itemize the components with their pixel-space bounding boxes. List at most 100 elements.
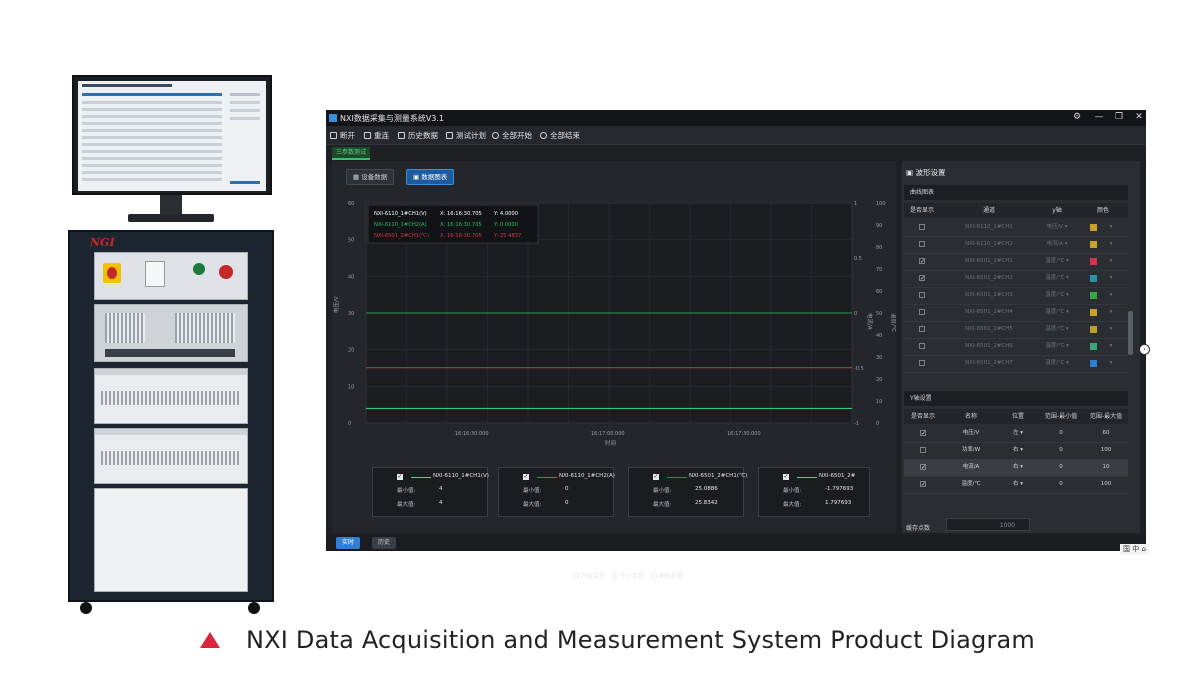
restore-button[interactable]: ❐ xyxy=(1112,112,1126,122)
show-checkbox[interactable]: ✓ xyxy=(920,481,926,488)
start-all-button[interactable]: 全部开始 xyxy=(492,130,532,141)
legend-name: NXI-6501_2# xyxy=(819,473,856,479)
color-swatch[interactable] xyxy=(1090,360,1097,367)
legend-checkbox[interactable]: ✓ xyxy=(783,474,789,480)
show-checkbox[interactable] xyxy=(919,309,925,315)
range-max-cell[interactable]: 60 xyxy=(1084,425,1128,442)
left-axis-label: 电压/V xyxy=(332,296,340,313)
color-swatch[interactable] xyxy=(1090,309,1097,316)
disconnect-button[interactable]: 断开 xyxy=(330,130,355,141)
refresh-config-button[interactable]: 刷新配置 xyxy=(646,573,683,580)
left-axis-tick: 10 xyxy=(348,384,354,390)
realtime-button[interactable]: 实时 xyxy=(336,537,360,549)
yaxis-select[interactable]: 温度/℃ ▾ xyxy=(1034,270,1080,287)
col-channel: 通道 xyxy=(982,207,995,214)
close-button[interactable]: ✕ xyxy=(1132,112,1146,122)
show-checkbox[interactable] xyxy=(919,292,925,298)
show-checkbox[interactable]: ✓ xyxy=(920,430,926,437)
yaxis-select[interactable]: 温度/℃ ▾ xyxy=(1034,355,1080,372)
yaxis-select[interactable]: 温度/℃ ▾ xyxy=(1034,287,1080,304)
color-dropdown-icon[interactable]: ▾ xyxy=(1104,253,1118,270)
minimize-button[interactable]: — xyxy=(1092,112,1106,122)
tab-three-param-test[interactable]: 三参数测试 xyxy=(332,147,371,160)
color-swatch[interactable] xyxy=(1090,224,1097,231)
color-dropdown-icon[interactable]: ▾ xyxy=(1104,219,1118,236)
color-swatch[interactable] xyxy=(1090,343,1097,350)
color-dropdown-icon[interactable]: ▾ xyxy=(1104,236,1118,253)
history-button[interactable]: 历史 xyxy=(372,537,396,549)
color-dropdown-icon[interactable]: ▾ xyxy=(1104,338,1118,355)
range-min-cell[interactable]: 0 xyxy=(1038,442,1084,459)
instrument-cabinet-image: NGI xyxy=(68,230,274,614)
color-swatch[interactable] xyxy=(1090,258,1097,265)
range-max-cell[interactable]: 10 xyxy=(1084,459,1128,476)
show-checkbox[interactable] xyxy=(920,447,926,453)
yaxis-select[interactable]: 电流/A ▾ xyxy=(1034,236,1080,253)
show-checkbox[interactable] xyxy=(919,360,925,366)
stop-monitor-button[interactable]: 停止监视 xyxy=(607,573,644,580)
color-dropdown-icon[interactable]: ▾ xyxy=(1104,304,1118,321)
color-dropdown-icon[interactable]: ▾ xyxy=(1104,355,1118,372)
yaxis-select[interactable]: 温度/℃ ▾ xyxy=(1034,321,1080,338)
range-max-cell[interactable]: 100 xyxy=(1084,476,1128,493)
device-data-button[interactable]: ▦ 设备数据 xyxy=(346,169,395,185)
axis-name-cell: 电流/A xyxy=(962,464,980,470)
yaxis-row: ✓ 电压/V 左 ▾ 0 60 xyxy=(904,425,1128,443)
color-dropdown-icon[interactable]: ▾ xyxy=(1104,287,1118,304)
range-min-cell[interactable]: 0 xyxy=(1038,459,1084,476)
legend-checkbox[interactable]: ✓ xyxy=(523,474,529,480)
start-monitor-button[interactable]: 开始监视 xyxy=(568,573,605,580)
show-checkbox[interactable] xyxy=(919,241,925,247)
channel-cell: NXI-6501_2#CH2 xyxy=(965,275,1013,281)
yaxis-select[interactable]: 电压/V ▾ xyxy=(1034,219,1080,236)
range-min-cell[interactable]: 0 xyxy=(1038,425,1084,442)
color-dropdown-icon[interactable]: ▾ xyxy=(1104,321,1118,338)
waveform-settings-panel: ▣ 波形设置 曲线图表 是否显示 通道 y轴 颜色 Y轴设置 是否显示 名称 位… xyxy=(902,161,1140,533)
show-checkbox[interactable] xyxy=(919,224,925,230)
grid-icon: ▦ xyxy=(353,173,362,181)
data-chart-button[interactable]: ▣ 数据图表 xyxy=(406,169,455,185)
caption-text: NXI Data Acquisition and Measurement Sys… xyxy=(246,626,1036,654)
yaxis-select[interactable]: 温度/℃ ▾ xyxy=(1034,253,1080,270)
cache-points-input[interactable]: 1000 xyxy=(946,518,1030,531)
legend-checkbox[interactable]: ✓ xyxy=(397,474,403,480)
show-checkbox[interactable]: ✓ xyxy=(920,464,926,471)
curve-row: NXI-6501_2#CH4 温度/℃ ▾ ▾ xyxy=(904,304,1128,322)
show-checkbox[interactable]: ✓ xyxy=(919,258,925,265)
test-plan-button[interactable]: 测试计划 xyxy=(446,130,486,141)
channel-cell: NXI-6110_1#CH2 xyxy=(965,241,1013,247)
legend-checkbox[interactable]: ✓ xyxy=(653,474,659,480)
history-data-button[interactable]: 历史数据 xyxy=(398,130,438,141)
color-swatch[interactable] xyxy=(1090,326,1097,333)
range-min-cell[interactable]: 0 xyxy=(1038,476,1084,493)
yaxis-select[interactable]: 温度/℃ ▾ xyxy=(1034,338,1080,355)
color-swatch[interactable] xyxy=(1090,275,1097,282)
color-swatch[interactable] xyxy=(1090,241,1097,248)
position-select[interactable]: 右 ▾ xyxy=(998,476,1038,493)
settings-icon[interactable]: ⚙ xyxy=(1070,112,1084,122)
color-swatch[interactable] xyxy=(1090,292,1097,299)
position-select[interactable]: 左 ▾ xyxy=(998,425,1038,442)
waveform-chart[interactable]: 0 10 20 30 40 50 60 电压/V -1 -0.5 0 0.5 1 电流/A 0 10 20 30 4… xyxy=(332,191,896,463)
yaxis-select[interactable]: 温度/℃ ▾ xyxy=(1034,304,1080,321)
title-bar: NXI数据采集与测量系统V3.1 ⚙ — ❐ ✕ xyxy=(326,110,1146,126)
position-select[interactable]: 右 ▾ xyxy=(998,459,1038,476)
curve-section-header: 曲线图表 xyxy=(904,185,1128,200)
show-checkbox[interactable] xyxy=(919,343,925,349)
color-dropdown-icon[interactable]: ▾ xyxy=(1104,270,1118,287)
chart-icon: ▣ xyxy=(413,173,422,181)
show-checkbox[interactable] xyxy=(919,326,925,332)
stop-all-button[interactable]: 全部结束 xyxy=(540,130,580,141)
show-checkbox[interactable]: ✓ xyxy=(919,275,925,282)
legend-name: NXI-6501_2#CH1(℃) xyxy=(689,473,748,479)
power-panel xyxy=(94,252,248,300)
scrollbar[interactable] xyxy=(1128,311,1133,355)
collapse-panel-icon[interactable]: › xyxy=(1139,344,1150,355)
tooltip-x-value: X: 16:16:30.705 xyxy=(440,211,482,217)
x-axis-tick: 16:16:30.000 xyxy=(455,431,489,437)
yaxis-section-header: Y轴设置 xyxy=(904,391,1128,406)
legend-line xyxy=(797,477,817,478)
range-max-cell[interactable]: 100 xyxy=(1084,442,1128,459)
reconnect-button[interactable]: 重连 xyxy=(364,130,389,141)
position-select[interactable]: 右 ▾ xyxy=(998,442,1038,459)
